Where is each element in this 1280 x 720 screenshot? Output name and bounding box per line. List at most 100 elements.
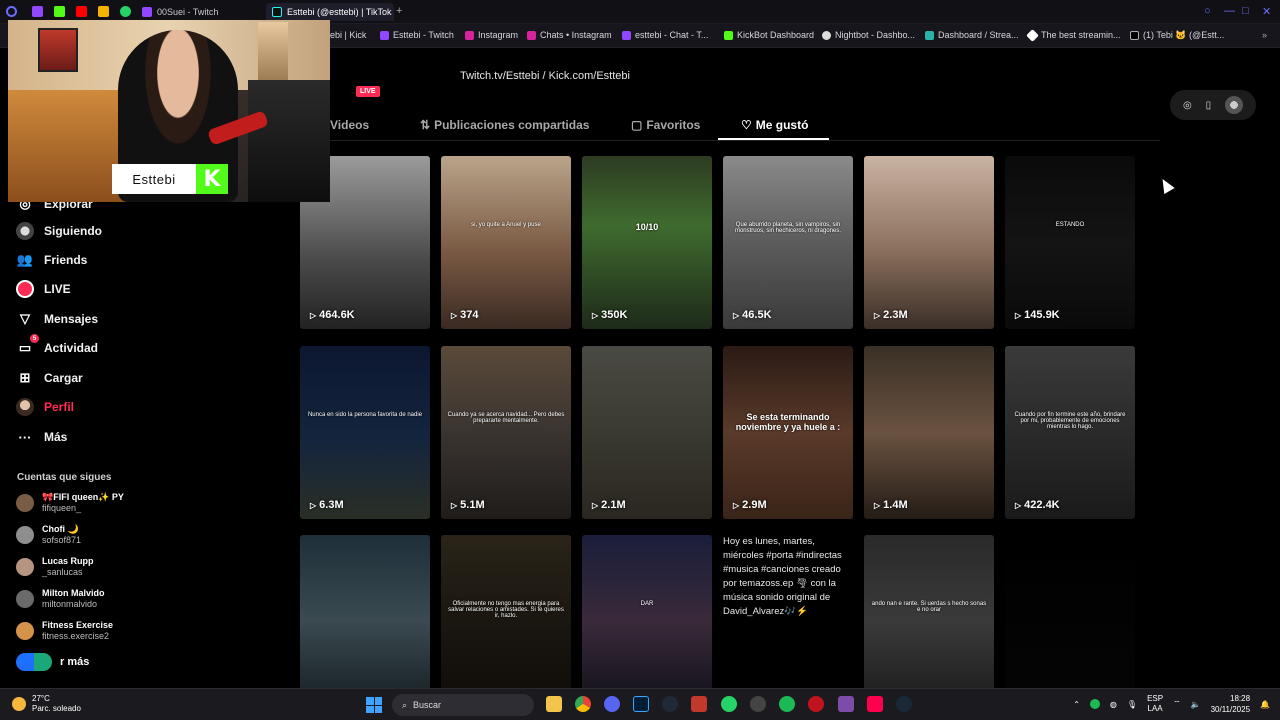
video-thumbnail[interactable]: Se esta terminando noviembre y ya huele …: [723, 346, 853, 519]
weather-temp: 27°C: [32, 694, 50, 703]
video-thumbnail[interactable]: ▷ 2.3M: [864, 156, 994, 329]
sidebar-item-more[interactable]: ··· Más: [16, 428, 68, 446]
steam-tray-icon[interactable]: ◍: [1110, 700, 1117, 709]
sidebar-item-label: Siguiendo: [44, 224, 102, 238]
bookmark-icon: ▢: [631, 118, 643, 132]
followed-account[interactable]: Chofi 🌙 sofsof871: [16, 524, 81, 546]
view-count: ▷ 5.1M: [451, 499, 485, 511]
followed-account[interactable]: Lucas Rupp _sanlucas: [16, 556, 94, 578]
tab-liked[interactable]: ♡ Me gustó: [741, 118, 808, 132]
video-thumbnail[interactable]: ando nan e rante. Si uerdas s hecho sona…: [864, 535, 994, 688]
spotify-tray-icon[interactable]: [1089, 699, 1100, 709]
video-thumbnail[interactable]: si, yo quite a Anuel y puse ▷ 374: [441, 156, 571, 329]
opera-icon[interactable]: [808, 696, 824, 712]
taskbar-search[interactable]: ⌕ Buscar: [392, 694, 534, 716]
tab-tiktok[interactable]: Esttebi (@esttebi) | TikTok: [266, 3, 394, 21]
sidebar-item-activity[interactable]: ▭ 5 Actividad: [16, 334, 98, 357]
new-tab-button[interactable]: +: [396, 5, 402, 17]
video-thumbnail[interactable]: Oficialmente no tengo mas energia para s…: [441, 535, 571, 688]
pinned-tab-twitch-icon[interactable]: [32, 6, 43, 17]
app-icon[interactable]: [838, 696, 854, 712]
tab-videos[interactable]: Videos: [330, 118, 369, 132]
whatsapp-icon[interactable]: [721, 696, 737, 712]
tiktok-icon[interactable]: [867, 696, 883, 712]
pinned-tab-whatsapp-icon[interactable]: [120, 6, 131, 17]
pinned-tab-kick-icon[interactable]: [54, 6, 65, 17]
pinned-tab-youtube-icon[interactable]: [76, 6, 87, 17]
windows-start-icon[interactable]: [366, 697, 382, 713]
instagram-icon: [527, 30, 536, 40]
more-bookmarks-icon[interactable]: »: [1262, 30, 1267, 40]
followed-account[interactable]: Milton Malvido miltonmalvido: [16, 588, 105, 610]
capcut-icon[interactable]: [662, 696, 678, 712]
minimize-icon[interactable]: —: [1224, 5, 1235, 17]
bookmark-item[interactable]: (1) Tebi 🐱 (@Estt...: [1130, 30, 1224, 41]
video-thumbnail[interactable]: DAR: [582, 535, 712, 688]
bookmark-item[interactable]: KickBot Dashboard: [724, 30, 814, 40]
video-thumbnail[interactable]: Cuando por fin termine este año, brindar…: [1005, 346, 1135, 519]
view-count-value: 46.5K: [742, 309, 772, 321]
video-thumbnail[interactable]: Nunca en sido la persona favorita de nad…: [300, 346, 430, 519]
bookmark-item[interactable]: Instagram: [465, 30, 518, 40]
video-thumbnail[interactable]: Hoy es lunes, martes, miércoles #porta #…: [723, 535, 853, 688]
windows-taskbar: 27°C Parc. soleado ⌕ Buscar ⌃ ◍ 🎙 ESP LAA…: [0, 688, 1280, 720]
bookmark-item[interactable]: ebi | Kick: [330, 30, 366, 40]
see-more-link[interactable]: r más: [16, 653, 89, 671]
volume-icon[interactable]: 🔈: [1191, 700, 1201, 709]
wifi-icon[interactable]: ⌔: [1173, 699, 1181, 709]
search-tabs-icon[interactable]: ○: [1204, 5, 1211, 17]
avatar: [16, 590, 34, 608]
weather-widget[interactable]: 27°C Parc. soleado: [12, 694, 81, 714]
video-thumbnail[interactable]: [300, 535, 430, 688]
file-explorer-icon[interactable]: [546, 696, 562, 712]
language-indicator[interactable]: ESP LAA: [1147, 694, 1163, 714]
live-badge[interactable]: LIVE: [356, 86, 380, 97]
opera-menu-icon[interactable]: [6, 6, 17, 17]
app-icon[interactable]: [691, 696, 707, 712]
video-thumbnail[interactable]: ESTANDO ▷ 145.9K: [1005, 156, 1135, 329]
discord-icon[interactable]: [604, 696, 620, 712]
pinned-tab-mail-icon[interactable]: [98, 6, 109, 17]
followed-account[interactable]: 🎀FIFI queen✨ PY fifiqueen_: [16, 492, 124, 514]
video-thumbnail[interactable]: 10/10 ▷ 350K: [582, 156, 712, 329]
sidebar-item-friends[interactable]: 👥 Friends: [16, 251, 87, 269]
chevron-up-icon[interactable]: ⌃: [1073, 700, 1080, 709]
bookmark-item[interactable]: esttebi - Chat - T...: [622, 30, 708, 40]
close-icon[interactable]: ✕: [1262, 5, 1271, 18]
steam-icon[interactable]: [896, 696, 912, 712]
sidebar-item-following[interactable]: Siguiendo: [16, 222, 102, 240]
video-caption: Se esta terminando noviembre y ya huele …: [735, 411, 841, 432]
sidebar-item-live[interactable]: LIVE: [16, 280, 71, 298]
video-thumbnail[interactable]: Que aburrido planeta, sin vampiros, sin …: [723, 156, 853, 329]
notification-icon[interactable]: 🔔: [1260, 700, 1270, 709]
sidebar-item-upload[interactable]: ⊞ Cargar: [16, 369, 83, 387]
maximize-icon[interactable]: □: [1242, 5, 1249, 17]
tab-reposts[interactable]: ⇅ Publicaciones compartidas: [420, 118, 589, 132]
tab-twitch[interactable]: 00Suei - Twitch: [142, 3, 262, 21]
chrome-icon[interactable]: [575, 696, 591, 712]
play-icon: ▷: [733, 310, 740, 320]
video-thumbnail[interactable]: Cuando ya se acerca navidad... Pero debe…: [441, 346, 571, 519]
video-thumbnail[interactable]: [1005, 535, 1135, 688]
bookmark-item[interactable]: Chats • Instagram: [527, 30, 612, 40]
view-count: ▷ 6.3M: [310, 499, 344, 511]
clock[interactable]: 18:28 30/11/2025: [1211, 693, 1250, 715]
steam-icon[interactable]: [750, 696, 766, 712]
microphone-icon[interactable]: 🎙: [1127, 700, 1137, 709]
bookmark-item[interactable]: Dashboard / Strea...: [925, 30, 1019, 40]
followed-account[interactable]: Fitness Exercise fitness.exercise2: [16, 620, 113, 642]
sidebar-item-profile[interactable]: Perfil: [16, 398, 74, 416]
view-count: ▷ 422.4K: [1015, 499, 1060, 511]
bookmark-item[interactable]: Esttebi - Twitch: [380, 30, 454, 40]
sidebar-item-messages[interactable]: ▽ Mensajes: [16, 310, 98, 328]
video-thumbnail[interactable]: ▷ 1.4M: [864, 346, 994, 519]
bookmark-item[interactable]: The best streamin...: [1026, 28, 1121, 42]
profile-avatar-button[interactable]: [1225, 96, 1244, 114]
compass-icon[interactable]: ◎: [1183, 100, 1192, 111]
photoshop-icon[interactable]: [633, 696, 649, 712]
video-thumbnail[interactable]: ▷ 2.1M: [582, 346, 712, 519]
spotify-icon[interactable]: [779, 696, 795, 712]
tab-favorites[interactable]: ▢ Favoritos: [631, 118, 700, 132]
device-icon[interactable]: ▯: [1206, 100, 1212, 111]
bookmark-item[interactable]: Nightbot - Dashbo...: [822, 30, 915, 40]
